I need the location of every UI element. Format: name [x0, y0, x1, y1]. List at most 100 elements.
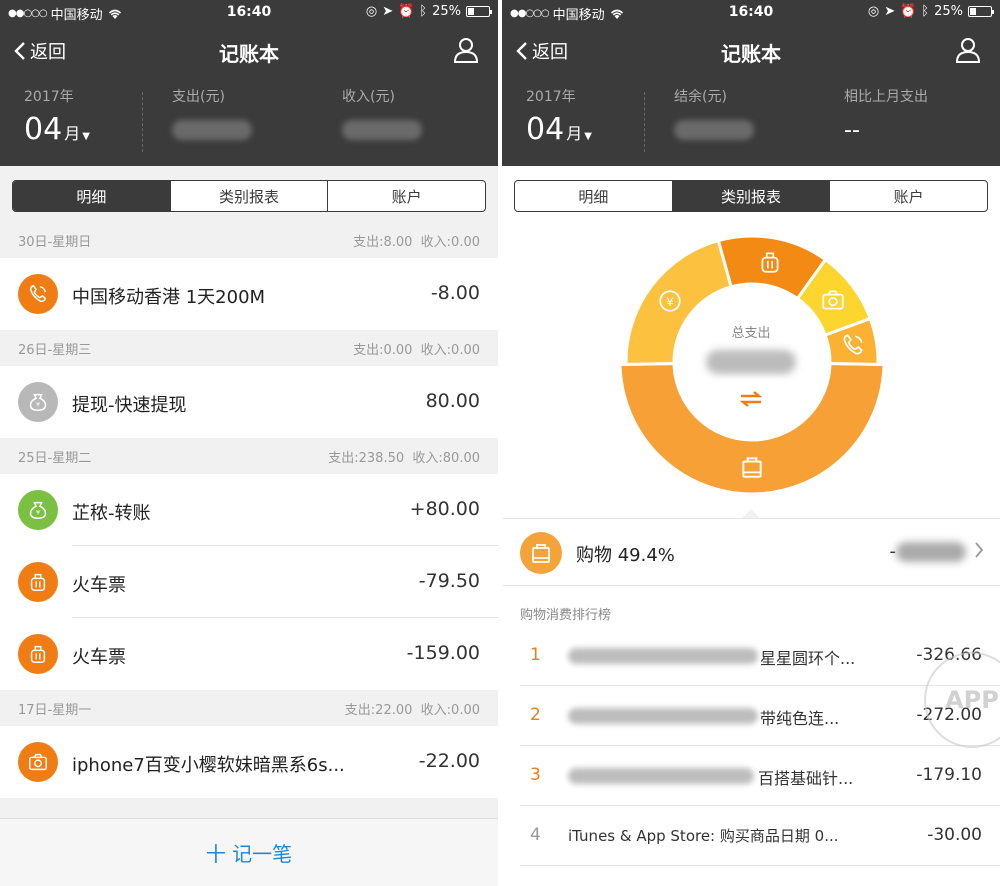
transaction-row[interactable]: 中国移动香港 1天200M -8.00: [0, 258, 498, 330]
ranking-row[interactable]: 4 iTunes & App Store: 购买商品日期 0... -30.00: [502, 806, 1000, 866]
header: ●●○○○ 中国移动 16:40 ◎ ➤ ⏰ ᛒ 25% 返回 记账本 2017…: [0, 0, 498, 166]
spend-value-blurred: [172, 120, 252, 140]
income-label: 收入(元): [342, 89, 395, 105]
phone-detail-view: ●●○○○ 中国移动 16:40 ◎ ➤ ⏰ ᛒ 25% 返回 记账本 2017…: [0, 0, 498, 886]
month-value: 04: [24, 112, 63, 147]
svg-text:¥: ¥: [666, 295, 674, 309]
transaction-amount: -8.00: [430, 282, 480, 304]
alarm-icon: ⏰: [398, 4, 415, 19]
day-header: 26日-星期三 支出:0.00 收入:0.00: [0, 330, 498, 366]
day-date: 30日-星期日: [18, 234, 92, 250]
transaction-list: 30日-星期日 支出:8.00 收入:0.00 中国移动香港 1天200M -8.…: [0, 222, 498, 828]
transaction-row[interactable]: ¥ 提现-快速提现 80.00: [0, 366, 498, 438]
day-income: 收入:0.00: [420, 234, 480, 250]
luggage-icon: [18, 562, 58, 602]
transaction-row[interactable]: 火车票 -159.00: [0, 618, 498, 690]
rank-number: 3: [530, 765, 541, 785]
selection-caret: [742, 509, 760, 518]
tab-account[interactable]: 账户: [830, 181, 987, 211]
year-label: 2017年: [24, 89, 74, 105]
day-header: 17日-星期一 支出:22.00 收入:0.00: [0, 690, 498, 726]
camera-icon: [820, 287, 846, 313]
compare-value: --: [844, 118, 860, 143]
rank-item-name: 百搭基础针...: [758, 769, 854, 788]
ranking-title: 购物消费排行榜: [520, 608, 612, 623]
selected-amount-blurred: [896, 542, 966, 562]
transaction-name: 火车票: [72, 647, 126, 668]
day-header: 25日-星期二 支出:238.50 收入:80.00: [0, 438, 498, 474]
triangle-down-icon: ▼: [584, 131, 592, 142]
divider: [644, 92, 645, 152]
day-income: 收入:0.00: [420, 702, 480, 718]
battery-icon: [968, 6, 994, 17]
status-bar: ●●○○○ 中国移动 16:40 ◎ ➤ ⏰ ᛒ 25%: [0, 0, 498, 26]
transaction-amount: 80.00: [425, 390, 480, 412]
transaction-amount: -22.00: [418, 750, 480, 772]
month-picker[interactable]: 2017年 04 月 ▼: [526, 86, 592, 156]
balance-label: 结余(元): [674, 89, 727, 105]
month-summary: 2017年 04 月 ▼ 结余(元) 相比上月支出 --: [502, 86, 1000, 156]
day-spend: 支出:0.00: [353, 342, 413, 358]
shopping-bag-icon: [520, 532, 562, 574]
day-income: 收入:80.00: [412, 450, 480, 466]
phone-category-report-view: ●●○○○ 中国移动 16:40 ◎ ➤ ⏰ ᛒ 25% 返回 记账本 2017…: [502, 0, 1000, 886]
selected-category-name: 购物 49.4%: [576, 545, 675, 566]
transaction-name: iphone7百变小樱软妹暗黑系6s...: [72, 755, 345, 776]
month-summary: 2017年 04 月 ▼ 支出(元) 收入(元): [0, 86, 498, 156]
day-date: 25日-星期二: [18, 450, 92, 466]
svg-text:¥: ¥: [36, 509, 40, 517]
selected-category-row[interactable]: 购物 49.4% -: [502, 518, 1000, 586]
day-date: 17日-星期一: [18, 702, 92, 718]
rank-item-name: 带纯色连...: [760, 709, 840, 728]
transaction-name: 芷秾-转账: [72, 503, 151, 524]
item-name-blurred: [568, 708, 758, 724]
transaction-name: 火车票: [72, 575, 126, 596]
rank-item-name: iTunes & App Store: 购买商品日期 0...: [568, 827, 839, 845]
balance-value-blurred: [674, 120, 754, 140]
income-value-blurred: [342, 120, 422, 140]
transaction-name: 中国移动香港 1天200M: [72, 287, 266, 308]
money-bag-icon: ¥: [18, 490, 58, 530]
transaction-row[interactable]: ¥ 芷秾-转账 +80.00: [0, 474, 498, 546]
location-icon: ➤: [884, 4, 896, 19]
phone-icon: [18, 274, 58, 314]
tab-detail[interactable]: 明细: [515, 181, 673, 211]
income-summary: 收入(元): [342, 86, 422, 156]
month-value: 04: [526, 112, 565, 147]
chevron-right-icon: [975, 542, 984, 558]
ranking-row[interactable]: 3 百搭基础针... -179.10: [502, 746, 1000, 806]
page-title: 记账本: [219, 42, 279, 66]
compare-label: 相比上月支出: [844, 89, 928, 105]
battery-icon: [466, 6, 492, 17]
tab-category-report[interactable]: 类别报表: [171, 181, 329, 211]
tab-account[interactable]: 账户: [328, 181, 485, 211]
triangle-down-icon: ▼: [82, 131, 90, 142]
ranking-row[interactable]: 1 星星圆环个... -326.66: [502, 626, 1000, 686]
tab-detail[interactable]: 明细: [13, 181, 171, 211]
balance-summary: 结余(元): [674, 86, 754, 156]
donut-center-label: 总支出: [731, 326, 771, 341]
transaction-row[interactable]: iphone7百变小樱软妹暗黑系6s... -22.00: [0, 726, 498, 798]
day-spend: 支出:238.50: [328, 450, 405, 466]
transaction-amount: +80.00: [409, 498, 480, 520]
transaction-amount: -159.00: [406, 642, 480, 664]
day-spend: 支出:22.00: [344, 702, 413, 718]
add-record-button[interactable]: 十 记一笔: [0, 818, 498, 886]
status-bar: ●●○○○ 中国移动 16:40 ◎ ➤ ⏰ ᛒ 25%: [502, 0, 1000, 26]
switch-icon[interactable]: [738, 390, 764, 408]
battery-percent: 25%: [432, 4, 461, 19]
user-icon[interactable]: [954, 36, 982, 64]
item-name-blurred: [568, 768, 754, 784]
tab-category-report[interactable]: 类别报表: [672, 181, 831, 211]
month-picker[interactable]: 2017年 04 月 ▼: [24, 86, 90, 156]
year-label: 2017年: [526, 89, 576, 105]
spend-summary: 支出(元): [172, 86, 252, 156]
rank-number: 2: [530, 705, 541, 725]
transaction-row[interactable]: 火车票 -79.50: [0, 546, 498, 618]
shopping-bag-icon: [739, 454, 765, 480]
bluetooth-icon: ᛒ: [419, 4, 428, 19]
money-bag-icon: ¥: [18, 382, 58, 422]
user-icon[interactable]: [452, 36, 480, 64]
alarm-icon: ⏰: [900, 4, 917, 19]
total-spend-blurred: [706, 350, 796, 374]
